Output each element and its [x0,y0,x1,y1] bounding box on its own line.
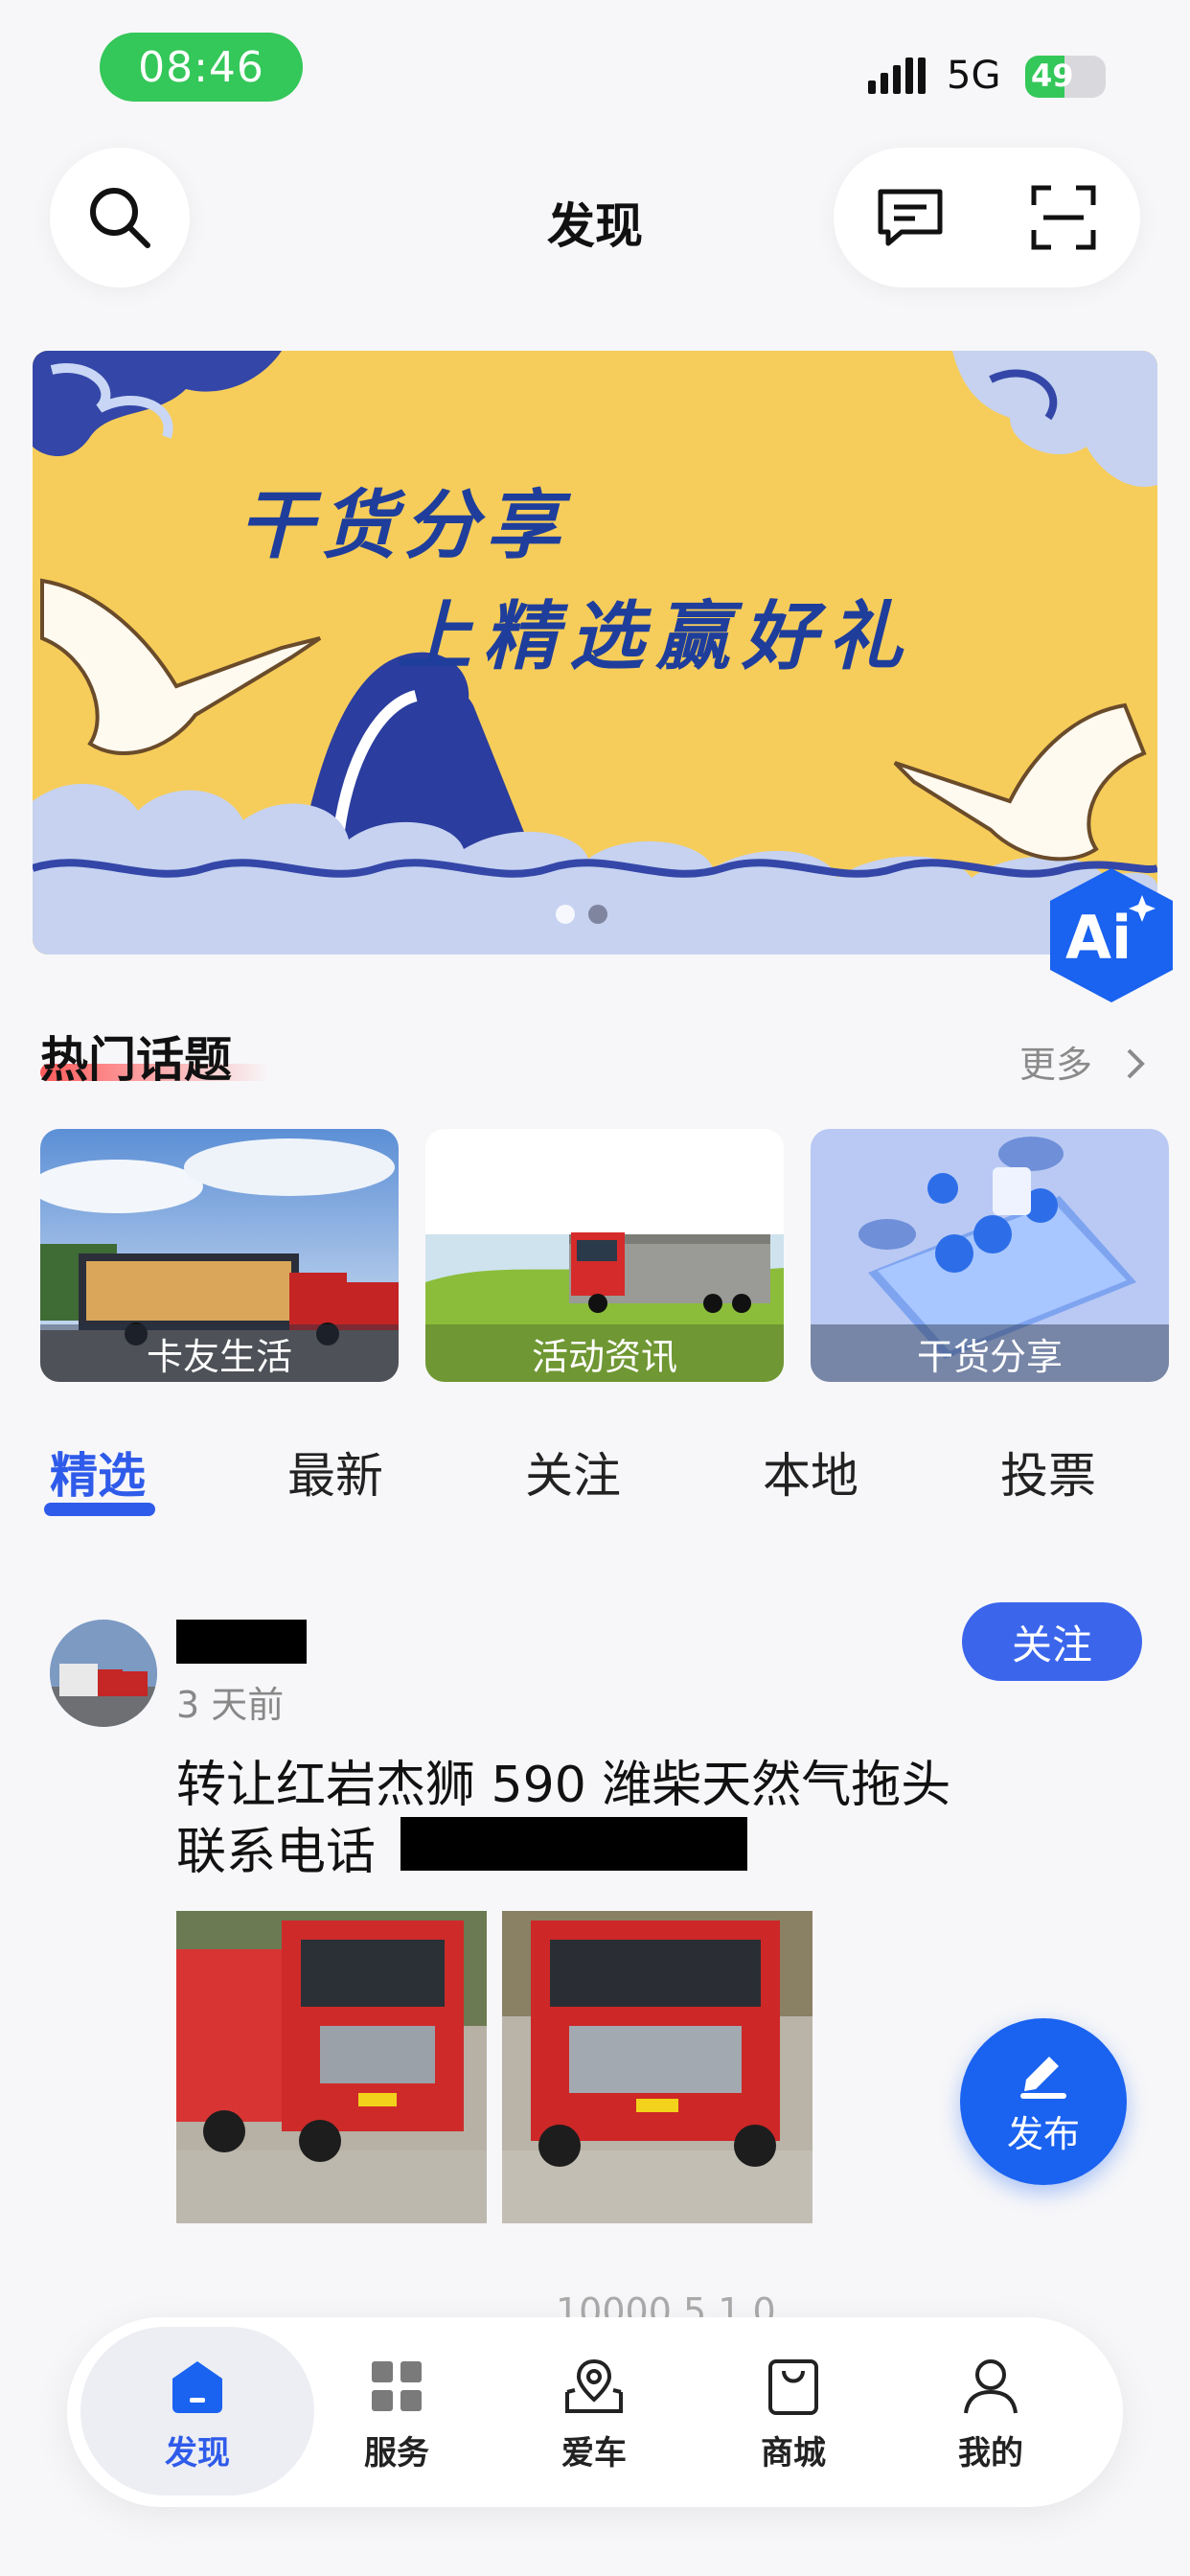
message-button[interactable] [848,184,973,251]
network-type: 5G [947,54,1001,98]
avatar[interactable] [50,1620,157,1727]
status-time: 08:46 [100,33,303,102]
active-tab-indicator [44,1503,155,1516]
topic-card-label: 干货分享 [811,1324,1169,1382]
chevron-right-icon [1127,1048,1145,1079]
battery-icon: 49 [1025,56,1106,98]
message-icon [878,189,943,246]
truck-photo-2 [502,1911,812,2223]
nav-label: 服务 [364,2434,429,2472]
nav-mall[interactable]: 商城 [717,2354,870,2473]
topic-card-label: 卡友生活 [40,1324,399,1382]
tab-featured[interactable]: 精选 [50,1438,146,1506]
nav-label: 商城 [761,2434,826,2472]
grid-icon [372,2361,422,2411]
shopping-bag-icon [768,2359,818,2415]
tab-local[interactable]: 本地 [763,1438,858,1506]
topic-card-truck-life[interactable]: 卡友生活 [40,1129,399,1382]
post-text-line2: 联系电话 [176,1824,377,1881]
topic-card-label: 活动资讯 [425,1324,784,1382]
phone-redacted [400,1817,747,1871]
tab-latest[interactable]: 最新 [287,1438,383,1506]
post-time: 3 天前 [176,1684,285,1726]
avatar-image [50,1620,157,1727]
tab-vote[interactable]: 投票 [1000,1438,1096,1506]
ai-assistant-button[interactable]: Ai [1039,862,1184,1008]
hot-topics-title: 热门话题 [40,1032,232,1088]
nav-label: 爱车 [561,2434,627,2472]
nav-label: 我的 [958,2434,1023,2472]
nav-services[interactable]: 服务 [320,2354,473,2473]
username-redacted [176,1620,307,1664]
publish-label: 发布 [1006,2112,1080,2155]
car-location-icon [565,2358,623,2413]
scan-icon [1031,185,1096,250]
user-icon [964,2359,1018,2414]
nav-discover[interactable]: 发现 [121,2354,274,2473]
nav-my-car[interactable]: 爱车 [517,2354,671,2473]
carousel-dot[interactable] [556,905,575,924]
post-text-line1: 转让红岩杰狮 590 潍柴天然气拖头 [176,1757,951,1814]
promo-banner[interactable]: 干货分享 上精选赢好礼 [33,351,1157,954]
nav-me[interactable]: 我的 [914,2354,1067,2473]
tab-following[interactable]: 关注 [525,1438,621,1506]
nav-label: 发现 [165,2434,230,2472]
post-photo-1[interactable] [176,1911,487,2223]
post-photo-2[interactable] [502,1911,812,2223]
carousel-dot-active[interactable] [588,905,607,924]
signal-icon [868,58,926,94]
header-actions [834,148,1140,288]
banner-headline: 干货分享 [239,483,569,569]
scan-button[interactable] [1001,184,1126,251]
edit-pen-icon [1020,2056,1066,2099]
home-icon [172,2361,222,2413]
battery-level: 49 [1031,58,1074,94]
more-link[interactable]: 更多 [1019,1035,1150,1088]
follow-button[interactable]: 关注 [962,1602,1142,1681]
topic-card-tips-sharing[interactable]: 干货分享 [811,1129,1169,1382]
publish-button[interactable]: 发布 [960,2018,1127,2185]
truck-photo-1 [176,1911,487,2223]
topic-card-activity-news[interactable]: 活动资讯 [425,1129,784,1382]
banner-subheadline: 上精选赢好礼 [397,594,915,680]
ai-label: Ai [1065,903,1133,973]
more-label: 更多 [1019,1044,1093,1086]
